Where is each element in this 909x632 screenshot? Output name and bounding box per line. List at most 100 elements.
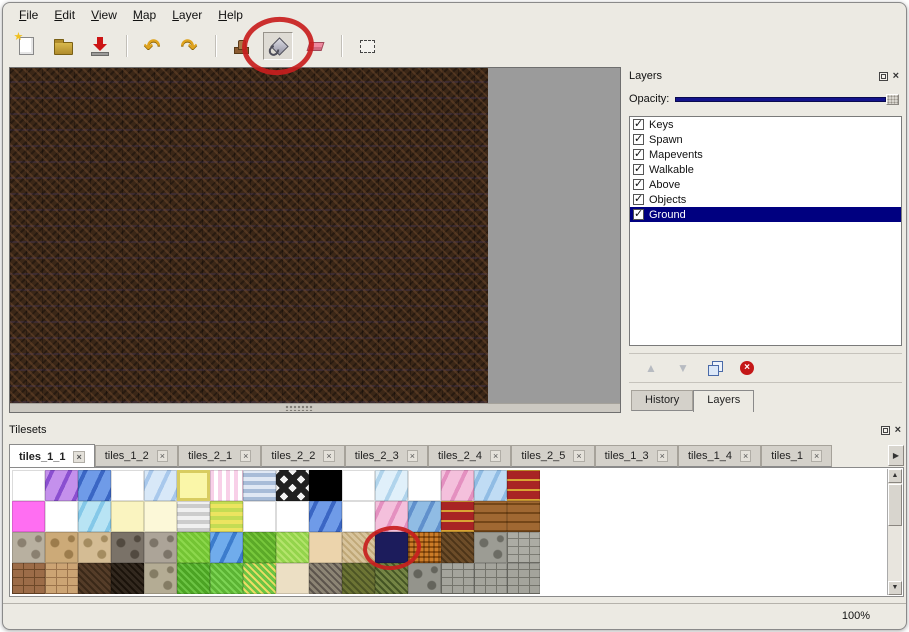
tab-close-icon[interactable]: × (73, 451, 84, 463)
tileset-tile[interactable] (441, 501, 474, 532)
redo-button[interactable]: ↷ (174, 32, 204, 60)
tileset-tile[interactable] (375, 563, 408, 594)
layer-visibility-checkbox[interactable] (633, 134, 644, 145)
save-file-button[interactable] (85, 32, 115, 60)
tileset-tile[interactable] (177, 563, 210, 594)
eraser-tool-button[interactable] (300, 32, 330, 60)
tileset-tile[interactable] (408, 501, 441, 532)
tileset-tab[interactable]: tiles_1_1 × (9, 444, 95, 467)
tileset-tile[interactable] (309, 532, 342, 563)
tileset-tile[interactable] (144, 532, 177, 563)
tileset-tile[interactable] (474, 501, 507, 532)
tileset-tile[interactable] (111, 563, 144, 594)
tileset-tile[interactable] (177, 470, 210, 501)
layer-visibility-checkbox[interactable] (633, 119, 644, 130)
tileset-tab[interactable]: tiles_2_1 × (178, 445, 261, 467)
tileset-tile[interactable] (111, 470, 144, 501)
tileset-tile[interactable] (375, 470, 408, 501)
tileset-tile[interactable] (309, 501, 342, 532)
tileset-tile[interactable] (144, 470, 177, 501)
tileset-tile[interactable] (375, 501, 408, 532)
tileset-tile[interactable] (276, 501, 309, 532)
tileset-tile[interactable] (78, 470, 111, 501)
opacity-slider-handle[interactable] (886, 94, 899, 105)
stamp-tool-button[interactable] (226, 32, 256, 60)
tileset-tile[interactable] (45, 563, 78, 594)
tileset-tile[interactable] (441, 532, 474, 563)
bucket-fill-tool-button[interactable] (263, 32, 293, 60)
tab-close-icon[interactable]: × (157, 450, 168, 462)
menu-item[interactable]: Layer (164, 5, 210, 25)
layer-row[interactable]: Ground (630, 207, 901, 222)
layer-visibility-checkbox[interactable] (633, 149, 644, 160)
menu-item[interactable]: View (83, 5, 125, 25)
lower-layer-button[interactable]: ▼ (673, 358, 693, 378)
tileset-tile[interactable] (408, 563, 441, 594)
new-file-button[interactable]: ★ (11, 32, 41, 60)
scroll-down-button[interactable]: ▼ (888, 581, 902, 595)
tileset-tile[interactable] (12, 532, 45, 563)
tileset-tile[interactable] (408, 532, 441, 563)
map-viewport[interactable] (9, 67, 621, 413)
tileset-tile[interactable] (276, 563, 309, 594)
raise-layer-button[interactable]: ▲ (641, 358, 661, 378)
float-panel-icon[interactable] (879, 72, 888, 81)
rect-select-tool-button[interactable] (352, 32, 382, 60)
tileset-tile[interactable] (144, 501, 177, 532)
close-panel-icon[interactable]: × (895, 425, 901, 436)
tileset-tile[interactable] (78, 563, 111, 594)
duplicate-layer-button[interactable] (705, 358, 725, 378)
scrollbar-handle[interactable] (888, 484, 902, 526)
undo-button[interactable]: ↶ (137, 32, 167, 60)
tileset-tile[interactable] (12, 563, 45, 594)
tileset-tab[interactable]: tiles_2_4 × (428, 445, 511, 467)
tileset-tile[interactable] (12, 470, 45, 501)
tileset-tile[interactable] (210, 470, 243, 501)
layer-row[interactable]: Keys (630, 117, 901, 132)
layer-row[interactable]: Spawn (630, 132, 901, 147)
map-horizontal-scrollbar[interactable] (10, 403, 620, 412)
tab-close-icon[interactable]: × (811, 450, 822, 462)
tileset-tile[interactable] (408, 470, 441, 501)
open-file-button[interactable] (48, 32, 78, 60)
tileset-tab[interactable]: tiles_2_5 × (511, 445, 594, 467)
tileset-tile[interactable] (507, 532, 540, 563)
tileset-tile[interactable] (507, 563, 540, 594)
palette-vertical-scrollbar[interactable]: ▲ ▼ (887, 469, 902, 595)
tileset-tile[interactable] (243, 532, 276, 563)
tileset-tile[interactable] (111, 532, 144, 563)
tileset-tile[interactable] (342, 532, 375, 563)
tileset-tile[interactable] (210, 501, 243, 532)
tileset-tile[interactable] (12, 501, 45, 532)
tab-close-icon[interactable]: × (657, 450, 668, 462)
tileset-tile[interactable] (78, 501, 111, 532)
tab-close-icon[interactable]: × (740, 450, 751, 462)
tileset-tile[interactable] (210, 532, 243, 563)
scrollbar-grip[interactable] (285, 405, 313, 411)
tileset-tile[interactable] (111, 501, 144, 532)
tileset-tile[interactable] (177, 532, 210, 563)
tab-close-icon[interactable]: × (323, 450, 334, 462)
tileset-tile[interactable] (243, 563, 276, 594)
menu-item[interactable]: Map (125, 5, 164, 25)
tileset-tab[interactable]: tiles_1 × (761, 445, 832, 467)
tileset-tile[interactable] (210, 563, 243, 594)
side-panel-tab[interactable]: History (631, 390, 693, 411)
tileset-tile[interactable] (177, 501, 210, 532)
tileset-tile[interactable] (507, 470, 540, 501)
layer-visibility-checkbox[interactable] (633, 194, 644, 205)
tileset-tab[interactable]: tiles_2_2 × (261, 445, 344, 467)
close-panel-icon[interactable]: × (893, 71, 899, 82)
float-panel-icon[interactable] (881, 426, 890, 435)
tileset-tile[interactable] (375, 532, 408, 563)
tileset-tab[interactable]: tiles_1_3 × (595, 445, 678, 467)
tileset-tab[interactable]: tiles_1_4 × (678, 445, 761, 467)
delete-layer-button[interactable]: × (737, 358, 757, 378)
tab-close-icon[interactable]: × (240, 450, 251, 462)
layer-visibility-checkbox[interactable] (633, 209, 644, 220)
tileset-tile[interactable] (474, 563, 507, 594)
tileset-tile[interactable] (78, 532, 111, 563)
tileset-tile[interactable] (441, 563, 474, 594)
opacity-slider[interactable] (675, 93, 899, 106)
menu-item[interactable]: Help (210, 5, 251, 25)
